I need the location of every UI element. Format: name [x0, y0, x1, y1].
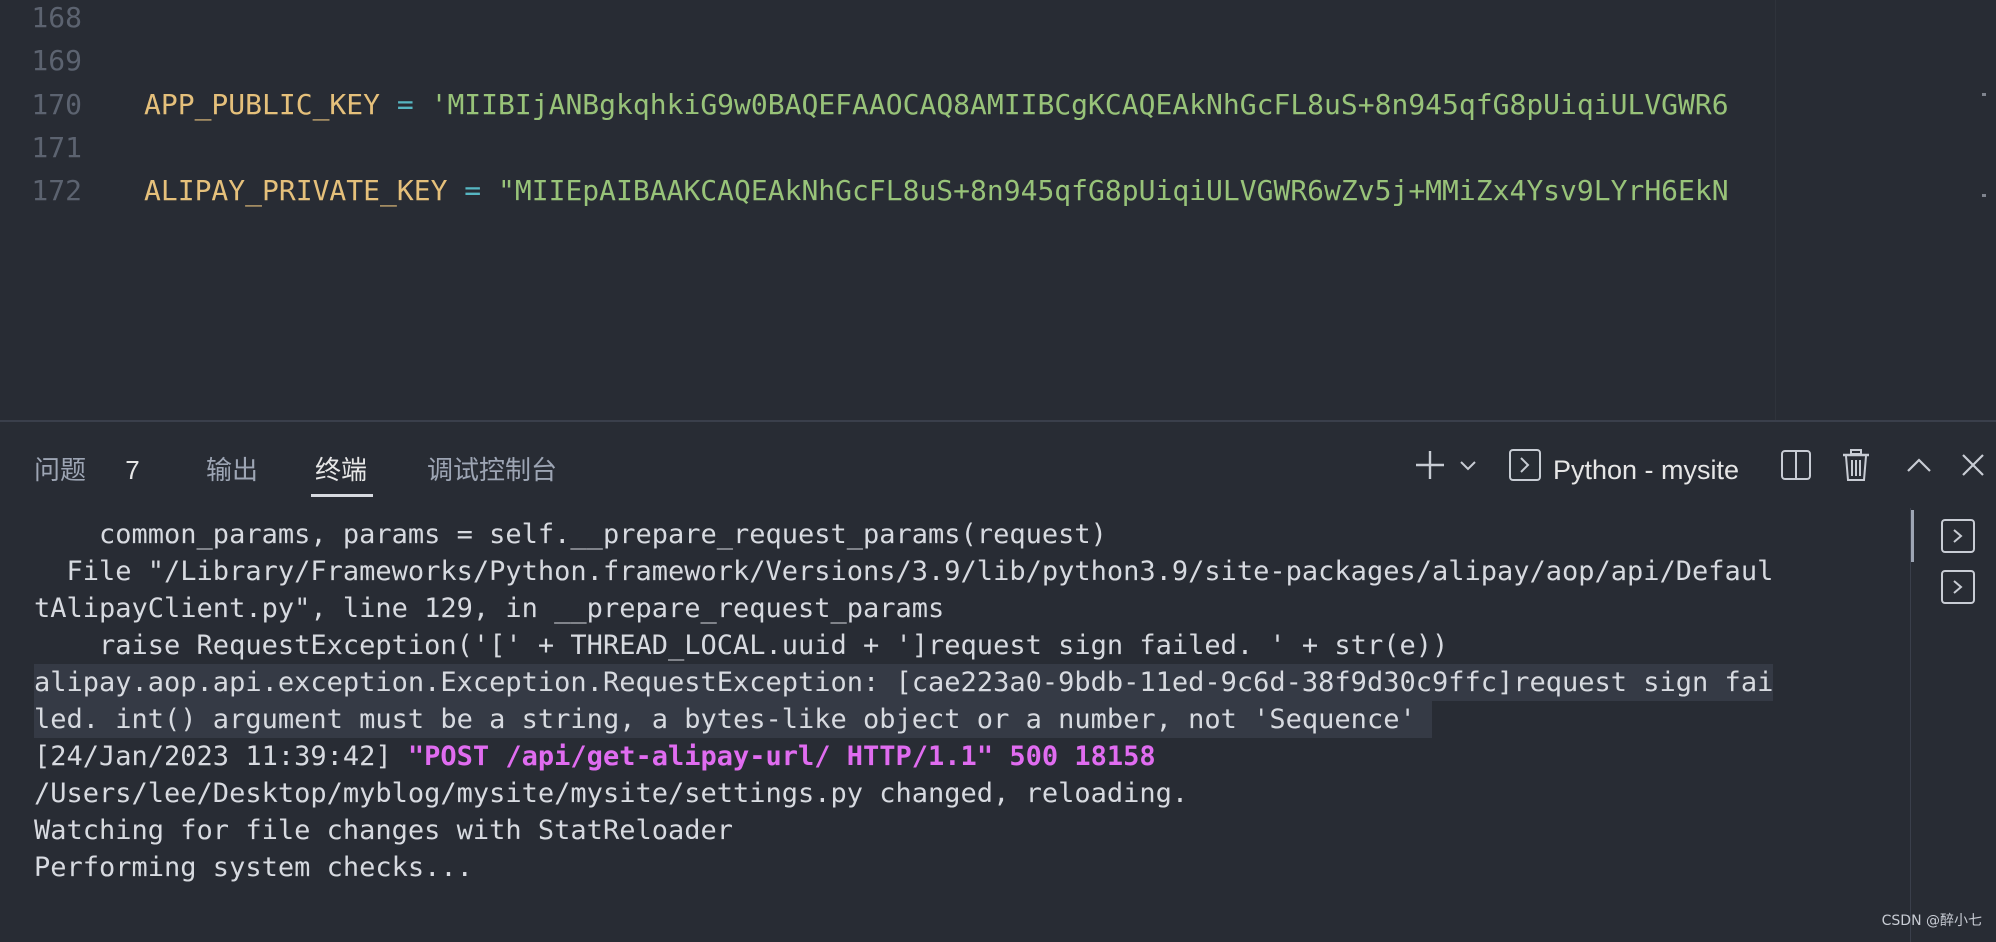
- active-tab-indicator: [311, 494, 373, 497]
- string-literal: "MIIEpAIBAAKCAQEAkNhGcFL8uS+8n945qfG8pUi…: [498, 174, 1729, 207]
- variable-name: APP_PUBLIC_KEY: [144, 88, 381, 121]
- line-number: 171: [31, 131, 82, 164]
- close-panel-button[interactable]: [1953, 445, 1993, 485]
- kill-terminal-button[interactable]: [1836, 445, 1876, 485]
- assign-operator: =: [396, 88, 414, 121]
- terminal-line: /Users/lee/Desktop/myblog/mysite/mysite/…: [34, 778, 1189, 809]
- code-line[interactable]: 170 APP_PUBLIC_KEY = 'MIIBIjANBgkqhkiG9w…: [0, 83, 1996, 126]
- active-terminal-indicator: [1911, 510, 1914, 562]
- plus-icon: [1416, 451, 1444, 479]
- code-content: ALIPAY_PRIVATE_KEY = "MIIEpAIBAAKCAQEAkN…: [144, 169, 1774, 212]
- line-number: 172: [31, 174, 82, 207]
- code-line[interactable]: 172 ALIPAY_PRIVATE_KEY = "MIIEpAIBAAKCAQ…: [0, 169, 1996, 212]
- terminal-icon: [1953, 580, 1963, 594]
- tab-label: 输出: [206, 455, 259, 485]
- line-number: 170: [31, 88, 82, 121]
- line-number: 168: [31, 1, 82, 34]
- close-icon: [1962, 454, 1984, 476]
- tab-output[interactable]: 输出: [206, 450, 258, 490]
- split-icon: [1781, 450, 1811, 480]
- tab-terminal[interactable]: 终端: [315, 450, 367, 490]
- terminal-line: File "/Library/Frameworks/Python.framewo…: [34, 556, 1774, 587]
- line-number: 169: [31, 44, 82, 77]
- new-terminal-button[interactable]: [1410, 445, 1450, 485]
- terminal-instance-1[interactable]: [1941, 519, 1975, 553]
- overflow-marker: [1982, 93, 1986, 96]
- terminal-output[interactable]: common_params, params = self.__prepare_r…: [0, 508, 1910, 942]
- tab-label: 调试控制台: [427, 455, 558, 485]
- code-line[interactable]: 171: [0, 126, 1996, 169]
- split-terminal-button[interactable]: [1776, 445, 1816, 485]
- terminal-icon: [1509, 449, 1541, 481]
- chevron-down-icon: [1460, 461, 1476, 471]
- maximize-panel-button[interactable]: [1899, 445, 1939, 485]
- terminal-line: Watching for file changes with StatReloa…: [34, 815, 733, 846]
- terminal-instance-2[interactable]: [1941, 570, 1975, 604]
- bottom-panel: 问题 7 输出 终端 调试控制台 Python - mysite common_…: [0, 420, 1996, 942]
- terminal-line: raise RequestException('[' + THREAD_LOCA…: [34, 630, 1449, 661]
- log-timestamp: [24/Jan/2023 11:39:42]: [34, 741, 408, 772]
- code-content: APP_PUBLIC_KEY = 'MIIBIjANBgkqhkiG9w0BAQ…: [144, 83, 1774, 126]
- trash-icon: [1843, 449, 1869, 481]
- code-line[interactable]: 168: [0, 0, 1996, 39]
- tab-label: 终端: [315, 455, 368, 485]
- editor-ruler: [1775, 0, 1776, 420]
- tab-label: 问题: [34, 455, 87, 485]
- panel-tab-bar: 问题 7 输出 终端 调试控制台 Python - mysite: [0, 422, 1996, 508]
- terminal-line: [24/Jan/2023 11:39:42] "POST /api/get-al…: [34, 738, 1156, 775]
- watermark: CSDN @醉小七: [1881, 913, 1982, 929]
- terminal-line: common_params, params = self.__prepare_r…: [34, 519, 1107, 550]
- terminal-selector[interactable]: [1505, 445, 1545, 485]
- code-editor[interactable]: 168 169 170 APP_PUBLIC_KEY = 'MIIBIjANBg…: [0, 0, 1996, 420]
- tab-debug-console[interactable]: 调试控制台: [427, 450, 557, 490]
- chevron-up-icon: [1907, 458, 1931, 472]
- terminal-line-selected: led. int() argument must be a string, a …: [34, 701, 1432, 738]
- variable-name: ALIPAY_PRIVATE_KEY: [144, 174, 448, 207]
- terminal-list: [1910, 508, 1996, 942]
- terminal-line: Performing system checks...: [34, 852, 473, 883]
- terminal-line-selected: alipay.aop.api.exception.Exception.Reque…: [34, 664, 1774, 701]
- tab-problems[interactable]: 问题 7: [34, 450, 140, 490]
- terminal-icon: [1953, 529, 1963, 543]
- terminal-name[interactable]: Python - mysite: [1553, 450, 1739, 490]
- problems-count-badge: 7: [125, 455, 140, 485]
- assign-operator: =: [464, 174, 482, 207]
- code-line[interactable]: 169: [0, 39, 1996, 82]
- terminal-dropdown-button[interactable]: [1450, 445, 1486, 485]
- terminal-line: tAlipayClient.py", line 129, in __prepar…: [34, 593, 945, 624]
- http-request-log: "POST /api/get-alipay-url/ HTTP/1.1" 500…: [407, 741, 1156, 772]
- overflow-marker: [1982, 194, 1986, 197]
- string-literal: 'MIIBIjANBgkqhkiG9w0BAQEFAAOCAQ8AMIIBCgK…: [430, 88, 1729, 121]
